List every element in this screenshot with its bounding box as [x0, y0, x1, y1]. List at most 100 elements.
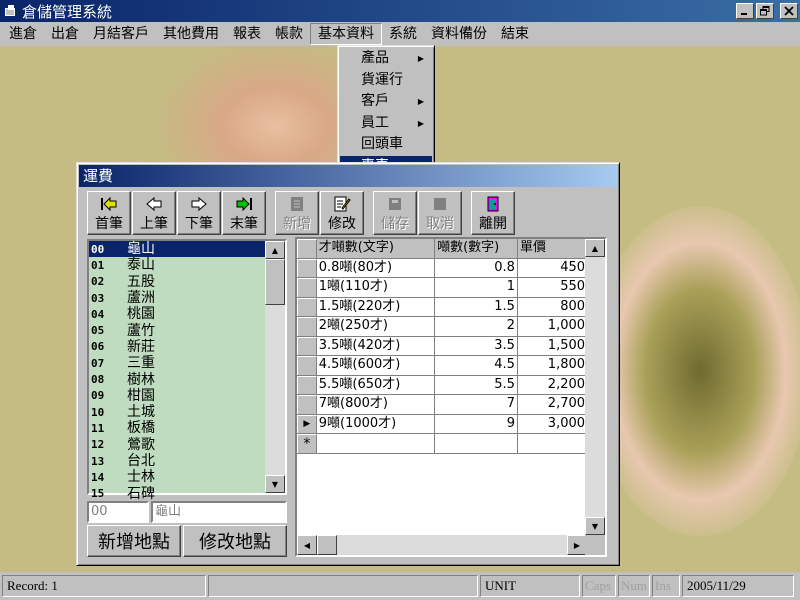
location-list-item[interactable]: 09 柑園 — [89, 388, 285, 404]
location-list-item[interactable]: 13 台北 — [89, 453, 285, 469]
grid-row[interactable]: 2噸(250才) 2 1,000 — [297, 317, 587, 337]
grid-row[interactable]: 5.5噸(650才) 5.5 2,200 — [297, 375, 587, 395]
cell-tonnage-text[interactable]: 1噸(110才) — [317, 278, 436, 297]
cell-tonnage-text[interactable]: 2噸(250才) — [317, 317, 436, 336]
cell-tonnage-text[interactable]: 5.5噸(650才) — [317, 375, 436, 394]
row-selector[interactable] — [297, 395, 317, 414]
location-code-field[interactable]: 00 — [87, 501, 149, 523]
cell-tonnage-number[interactable]: 1.5 — [435, 297, 518, 316]
cell-unit-price[interactable]: 450 — [518, 259, 587, 278]
cell-tonnage-text[interactable]: 1.5噸(220才) — [317, 297, 436, 316]
edit-location-button[interactable]: 修改地點 — [183, 525, 287, 557]
menu-stock-in[interactable]: 進倉 — [2, 23, 44, 45]
cell-tonnage-number[interactable]: 0.8 — [435, 258, 518, 277]
cell-tonnage-number[interactable]: 3.5 — [435, 336, 518, 355]
cell-tonnage-text[interactable] — [317, 434, 436, 453]
scroll-down-button[interactable]: ▼ — [265, 475, 285, 493]
add-location-button[interactable]: 新增地點 — [87, 525, 181, 557]
menu-accounts[interactable]: 帳款 — [268, 23, 310, 45]
location-list-item[interactable]: 05 蘆竹 — [89, 322, 285, 338]
location-list-item[interactable]: 12 鶯歌 — [89, 437, 285, 453]
cell-tonnage-number[interactable]: 1 — [435, 278, 518, 297]
location-list-item[interactable]: 01 泰山 — [89, 257, 285, 273]
row-selector[interactable] — [297, 278, 317, 297]
cell-tonnage-number[interactable]: 7 — [435, 395, 518, 414]
grid-corner-cell[interactable] — [297, 239, 317, 258]
row-selector[interactable]: * — [297, 434, 317, 453]
dropdown-item-customers[interactable]: 客戶 ▶ — [340, 91, 432, 113]
save-button[interactable]: 儲存 — [373, 191, 417, 235]
row-selector[interactable]: ▶ — [297, 414, 317, 433]
row-selector[interactable] — [297, 317, 317, 336]
dropdown-item-freight-companies[interactable]: 貨運行 — [340, 70, 432, 92]
menu-exit[interactable]: 結束 — [494, 23, 536, 45]
row-selector[interactable] — [297, 336, 317, 355]
scroll-thumb[interactable] — [265, 259, 285, 305]
grid-horizontal-scrollbar[interactable]: ◀ ▶ — [297, 535, 587, 555]
menu-reports[interactable]: 報表 — [226, 23, 268, 45]
cell-unit-price[interactable]: 800 — [518, 298, 587, 317]
grid-scroll-left-button[interactable]: ◀ — [297, 535, 317, 555]
location-list-item[interactable]: 04 桃園 — [89, 306, 285, 322]
cell-unit-price[interactable] — [518, 434, 587, 453]
column-header-tonnage-number[interactable]: 噸數(數字) — [435, 239, 518, 258]
app-icon[interactable] — [4, 4, 18, 18]
grid-row[interactable]: 1噸(110才) 1 550 — [297, 278, 587, 298]
add-record-button[interactable]: 新增 — [275, 191, 319, 235]
cell-tonnage-number[interactable]: 2 — [435, 317, 518, 336]
cell-unit-price[interactable]: 2,700 — [518, 395, 587, 414]
location-list-item[interactable]: 10 土城 — [89, 404, 285, 420]
grid-row[interactable]: 7噸(800才) 7 2,700 — [297, 395, 587, 415]
next-record-button[interactable]: 下筆 — [177, 191, 221, 235]
location-list-item[interactable]: 14 士林 — [89, 469, 285, 485]
location-list-item[interactable]: 02 五股 — [89, 274, 285, 290]
cell-unit-price[interactable]: 3,000 — [518, 415, 587, 434]
grid-row[interactable]: 4.5噸(600才) 4.5 1,800 — [297, 356, 587, 376]
cancel-button[interactable]: 取消 — [418, 191, 462, 235]
grid-row[interactable]: 1.5噸(220才) 1.5 800 — [297, 297, 587, 317]
minimize-button[interactable] — [736, 3, 754, 19]
location-list-item[interactable]: 03 蘆洲 — [89, 290, 285, 306]
menu-backup[interactable]: 資料備份 — [424, 23, 494, 45]
cell-unit-price[interactable]: 2,200 — [518, 376, 587, 395]
dropdown-item-employees[interactable]: 員工 ▶ — [340, 113, 432, 135]
freight-grid[interactable]: 才噸數(文字) 噸數(數字) 單價 0.8噸(80才) 0.8 450 1噸(110才… — [295, 237, 607, 557]
cell-tonnage-number[interactable]: 5.5 — [435, 375, 518, 394]
grid-scroll-right-button[interactable]: ▶ — [567, 535, 587, 555]
location-list-item[interactable]: 07 三重 — [89, 355, 285, 371]
dropdown-item-products[interactable]: 產品 ▶ — [340, 48, 432, 70]
scroll-up-button[interactable]: ▲ — [265, 241, 285, 259]
row-selector[interactable] — [297, 356, 317, 375]
row-selector[interactable] — [297, 375, 317, 394]
cell-tonnage-text[interactable]: 4.5噸(600才) — [317, 356, 436, 375]
cell-tonnage-text[interactable]: 3.5噸(420才) — [317, 336, 436, 355]
row-selector[interactable] — [297, 297, 317, 316]
grid-row[interactable]: 0.8噸(80才) 0.8 450 — [297, 258, 587, 278]
location-list-scrollbar[interactable]: ▲ ▼ — [265, 241, 285, 493]
location-list-item[interactable]: 15 石碑 — [89, 485, 285, 501]
cell-tonnage-text[interactable]: 9噸(1000才) — [317, 414, 436, 433]
location-list[interactable]: 00 龜山 01 泰山 02 五股 03 蘆洲 04 桃園 05 蘆竹 06 新莊 07 三重 08 樹林 09 柑園… — [87, 239, 287, 501]
grid-hscroll-thumb[interactable] — [317, 535, 337, 555]
menu-other-fees[interactable]: 其他費用 — [156, 23, 226, 45]
menu-basic-data[interactable]: 基本資料 — [310, 23, 382, 45]
cell-tonnage-number[interactable]: 4.5 — [435, 356, 518, 375]
cell-tonnage-text[interactable]: 7噸(800才) — [317, 395, 436, 414]
location-list-item[interactable]: 11 板橋 — [89, 420, 285, 436]
close-button[interactable] — [780, 3, 798, 19]
cell-unit-price[interactable]: 1,800 — [518, 356, 587, 375]
location-list-item[interactable]: 06 新莊 — [89, 339, 285, 355]
grid-new-row[interactable]: * — [297, 434, 587, 454]
exit-button[interactable]: 離開 — [471, 191, 515, 235]
location-list-item[interactable]: 08 樹林 — [89, 371, 285, 387]
cell-tonnage-text[interactable]: 0.8噸(80才) — [317, 258, 436, 277]
grid-vertical-scrollbar[interactable]: ▲ ▼ — [585, 239, 605, 535]
cell-unit-price[interactable]: 1,000 — [518, 317, 587, 336]
menu-monthly-customers[interactable]: 月結客戶 — [86, 23, 156, 45]
first-record-button[interactable]: 首筆 — [87, 191, 131, 235]
menu-system[interactable]: 系統 — [382, 23, 424, 45]
grid-row[interactable]: ▶ 9噸(1000才) 9 3,000 — [297, 414, 587, 434]
cell-unit-price[interactable]: 550 — [518, 278, 587, 297]
edit-record-button[interactable]: 修改 — [320, 191, 364, 235]
column-header-unit-price[interactable]: 單價 — [518, 239, 587, 258]
